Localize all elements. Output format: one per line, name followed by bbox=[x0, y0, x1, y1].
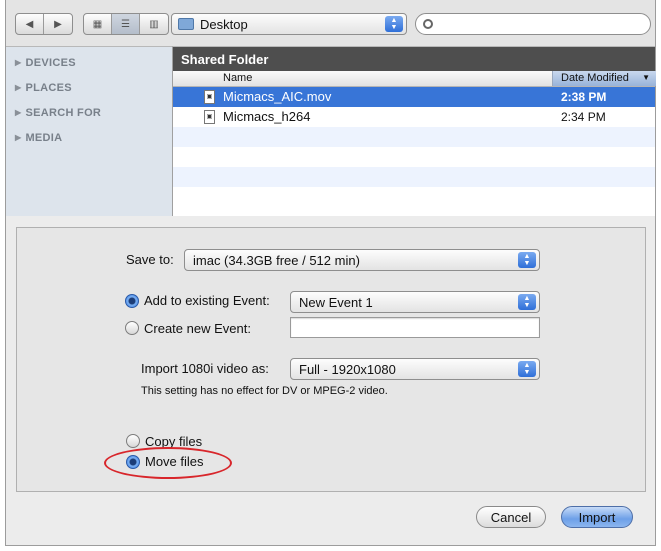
file-browser: Shared Folder Name Date Modified ▼ ▣ Mic… bbox=[172, 46, 656, 216]
empty-row bbox=[173, 127, 655, 147]
create-new-event-label: Create new Event: bbox=[144, 321, 251, 336]
sidebar-item-label: DEVICES bbox=[25, 56, 76, 69]
movie-file-icon: ▣ bbox=[204, 90, 215, 104]
navigation-buttons: ◀ ▶ bbox=[15, 13, 73, 35]
save-to-popup[interactable]: imac (34.3GB free / 512 min) ▲ ▼ bbox=[184, 249, 540, 271]
toolbar: ◀ ▶ ▦ ☰ ▥ Desktop ▲ ▼ bbox=[6, 0, 655, 46]
view-mode-buttons: ▦ ☰ ▥ bbox=[83, 13, 169, 35]
existing-event-value: New Event 1 bbox=[299, 294, 373, 310]
sidebar-item-places[interactable]: ▶ PLACES bbox=[6, 75, 172, 100]
sort-descending-icon: ▼ bbox=[642, 73, 650, 82]
chevron-left-icon: ◀ bbox=[25, 18, 34, 30]
cancel-button[interactable]: Cancel bbox=[476, 506, 546, 528]
highlight-circle-annotation bbox=[104, 447, 232, 479]
import-1080i-value: Full - 1920x1080 bbox=[299, 361, 396, 377]
sidebar-item-label: PLACES bbox=[25, 81, 72, 94]
column-header-date-modified[interactable]: Date Modified ▼ bbox=[552, 71, 656, 86]
column-header-name[interactable]: Name bbox=[223, 72, 252, 84]
location-popup-value: Desktop bbox=[200, 16, 248, 32]
copy-files-radio[interactable] bbox=[126, 434, 140, 448]
import-dialog: ◀ ▶ ▦ ☰ ▥ Desktop ▲▼ ▶ DEVICES ▶ PLACES bbox=[5, 0, 656, 546]
save-to-label: Save to: bbox=[126, 252, 174, 267]
empty-row bbox=[173, 147, 655, 167]
popup-arrows-icon: ▲ ▼ bbox=[518, 294, 536, 310]
chevron-right-icon: ▶ bbox=[54, 18, 62, 30]
import-1080i-note: This setting has no effect for DV or MPE… bbox=[141, 385, 388, 397]
sidebar-item-devices[interactable]: ▶ DEVICES bbox=[6, 50, 172, 75]
disclosure-triangle-icon[interactable]: ▶ bbox=[15, 108, 21, 117]
folder-icon bbox=[178, 18, 194, 30]
sidebar-item-search-for[interactable]: ▶ SEARCH FOR bbox=[6, 100, 172, 125]
import-button-label: Import bbox=[578, 509, 616, 525]
grid-icon: ▦ bbox=[92, 18, 103, 30]
import-1080i-popup[interactable]: Full - 1920x1080 ▲ ▼ bbox=[290, 358, 540, 380]
import-button[interactable]: Import bbox=[561, 506, 633, 528]
popup-arrows-icon: ▲ ▼ bbox=[385, 16, 403, 32]
popup-arrows-icon: ▲ ▼ bbox=[518, 252, 536, 268]
existing-event-popup[interactable]: New Event 1 ▲ ▼ bbox=[290, 291, 540, 313]
back-button[interactable]: ◀ bbox=[16, 14, 44, 34]
column-headers: Name Date Modified ▼ bbox=[173, 71, 656, 87]
sidebar-item-media[interactable]: ▶ MEDIA bbox=[6, 125, 172, 150]
column-view-button[interactable]: ▥ bbox=[140, 14, 168, 34]
new-event-name-field[interactable] bbox=[290, 317, 540, 338]
list-view-button[interactable]: ☰ bbox=[112, 14, 140, 34]
icon-view-button[interactable]: ▦ bbox=[84, 14, 112, 34]
search-field[interactable] bbox=[415, 13, 651, 35]
popup-arrows-icon: ▲ ▼ bbox=[518, 361, 536, 377]
empty-row bbox=[173, 167, 655, 187]
disclosure-triangle-icon[interactable]: ▶ bbox=[15, 58, 21, 67]
file-date: 2:38 PM bbox=[561, 90, 607, 104]
location-popup[interactable]: Desktop ▲ ▼ bbox=[171, 13, 407, 35]
add-to-existing-event-radio[interactable] bbox=[125, 294, 139, 308]
import-options-panel: Save to: imac (34.3GB free / 512 min) ▲ ▼… bbox=[16, 227, 646, 492]
save-to-value: imac (34.3GB free / 512 min) bbox=[193, 252, 360, 268]
sidebar-item-label: MEDIA bbox=[25, 131, 63, 144]
file-row[interactable]: ▣ Micmacs_h264 2:34 PM bbox=[173, 107, 655, 127]
disclosure-triangle-icon[interactable]: ▶ bbox=[15, 83, 21, 92]
folder-title: Shared Folder bbox=[173, 47, 655, 71]
search-icon bbox=[423, 19, 433, 29]
sidebar-item-label: SEARCH FOR bbox=[25, 106, 102, 119]
empty-row bbox=[173, 187, 655, 207]
cancel-button-label: Cancel bbox=[490, 509, 532, 525]
list-icon: ☰ bbox=[121, 18, 130, 30]
sidebar: ▶ DEVICES ▶ PLACES ▶ SEARCH FOR ▶ MEDIA bbox=[6, 46, 172, 216]
add-to-existing-event-label: Add to existing Event: bbox=[144, 293, 270, 308]
file-name: Micmacs_AIC.mov bbox=[223, 89, 332, 104]
disclosure-triangle-icon[interactable]: ▶ bbox=[15, 133, 21, 142]
movie-file-icon: ▣ bbox=[204, 110, 215, 124]
import-1080i-label: Import 1080i video as: bbox=[141, 361, 269, 376]
columns-icon: ▥ bbox=[149, 18, 159, 30]
create-new-event-radio[interactable] bbox=[125, 321, 139, 335]
file-name: Micmacs_h264 bbox=[223, 109, 311, 124]
file-date: 2:34 PM bbox=[561, 110, 606, 124]
file-row[interactable]: ▣ Micmacs_AIC.mov 2:38 PM bbox=[173, 87, 655, 107]
column-header-date-label: Date Modified bbox=[561, 72, 629, 84]
forward-button[interactable]: ▶ bbox=[44, 14, 72, 34]
